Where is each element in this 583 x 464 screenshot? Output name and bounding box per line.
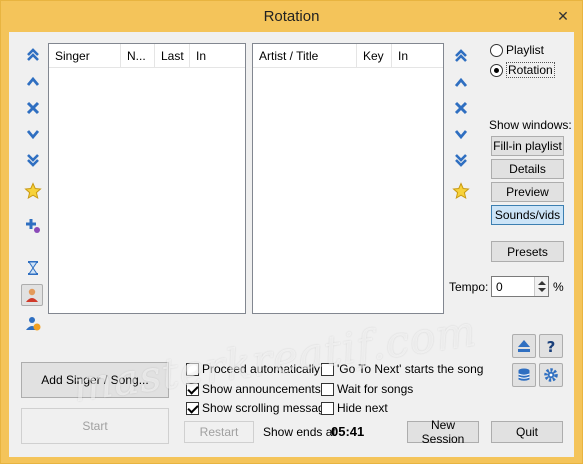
column-header-in[interactable]: In: [392, 44, 444, 68]
remove-icon[interactable]: [450, 97, 472, 119]
details-button[interactable]: Details: [491, 159, 564, 179]
move-up-icon[interactable]: [450, 72, 472, 94]
presets-button[interactable]: Presets: [491, 241, 564, 262]
tempo-unit: %: [553, 280, 564, 294]
column-header-artist-title[interactable]: Artist / Title: [253, 44, 357, 68]
spin-down-icon[interactable]: [538, 288, 546, 292]
fill-in-playlist-button[interactable]: Fill-in playlist: [491, 136, 564, 156]
favorite-star-icon[interactable]: [450, 180, 472, 202]
radio-rotation[interactable]: Rotation: [490, 62, 555, 78]
client-area: Singer N... Last In Artist / Title Key I…: [9, 32, 574, 457]
show-announcements-label: Show announcements: [202, 382, 321, 396]
show-scrolling-message-label: Show scrolling message: [202, 401, 332, 415]
move-to-top-icon[interactable]: [450, 45, 472, 67]
show-windows-label: Show windows:: [489, 118, 572, 132]
proceed-automatically-checkbox[interactable]: Proceed automatically: [186, 362, 320, 376]
go-to-next-box[interactable]: [321, 362, 334, 376]
rotation-window: Rotation ✕ Singer N... Last In Artist / …: [0, 0, 583, 464]
singers-list-header: Singer N... Last In: [49, 44, 245, 68]
songs-list[interactable]: Artist / Title Key In: [252, 43, 444, 314]
hide-next-box[interactable]: [321, 401, 334, 415]
add-song-icon[interactable]: [22, 214, 44, 236]
singers-list[interactable]: Singer N... Last In: [48, 43, 246, 314]
spin-up-icon[interactable]: [538, 281, 546, 285]
proceed-automatically-box[interactable]: [186, 362, 199, 376]
settings-gear-icon[interactable]: [539, 363, 563, 387]
database-icon[interactable]: [512, 363, 536, 387]
show-scrolling-message-checkbox[interactable]: Show scrolling message: [186, 401, 331, 415]
show-announcements-checkbox[interactable]: Show announcements: [186, 382, 321, 396]
move-down-icon[interactable]: [22, 123, 44, 145]
tempo-value[interactable]: 0: [496, 280, 503, 294]
wait-for-songs-label: Wait for songs: [337, 382, 414, 396]
help-icon[interactable]: ?: [539, 334, 563, 358]
singer-info-icon[interactable]: [22, 312, 44, 334]
new-session-button[interactable]: New Session: [407, 418, 479, 446]
sounds-vids-button[interactable]: Sounds/vids: [491, 205, 564, 225]
close-icon[interactable]: ✕: [554, 7, 572, 25]
tempo-spin-arrows[interactable]: [534, 277, 548, 296]
hide-next-checkbox[interactable]: Hide next: [321, 401, 388, 415]
hide-next-label: Hide next: [337, 401, 388, 415]
favorite-star-icon[interactable]: [22, 180, 44, 202]
radio-playlist[interactable]: Playlist: [490, 43, 544, 57]
proceed-automatically-label: Proceed automatically: [202, 362, 321, 376]
preview-button[interactable]: Preview: [491, 182, 564, 202]
start-button[interactable]: Start: [21, 408, 169, 444]
show-announcements-box[interactable]: [186, 382, 199, 396]
restart-button[interactable]: Restart: [184, 421, 254, 443]
title-bar[interactable]: Rotation ✕: [1, 1, 582, 32]
radio-rotation-indicator[interactable]: [490, 63, 503, 77]
songs-list-header: Artist / Title Key In: [253, 44, 443, 68]
quit-button[interactable]: Quit: [491, 421, 563, 443]
show-ends-time: 05:41: [331, 424, 365, 439]
remove-icon[interactable]: [22, 97, 44, 119]
column-header-number[interactable]: N...: [121, 44, 155, 68]
move-to-top-icon[interactable]: [22, 44, 44, 66]
move-to-bottom-icon[interactable]: [22, 149, 44, 171]
radio-playlist-label: Playlist: [506, 43, 545, 57]
move-down-icon[interactable]: [450, 123, 472, 145]
move-up-icon[interactable]: [22, 71, 44, 93]
go-to-next-label: 'Go To Next' starts the song: [337, 362, 484, 376]
eject-icon[interactable]: [512, 334, 536, 358]
show-scrolling-message-box[interactable]: [186, 401, 199, 415]
show-ends-label: Show ends at: [263, 425, 336, 439]
add-singer-song-button[interactable]: Add Singer / Song...: [21, 362, 169, 398]
go-to-next-checkbox[interactable]: 'Go To Next' starts the song: [321, 362, 483, 376]
radio-playlist-indicator[interactable]: [490, 43, 503, 57]
wait-for-songs-box[interactable]: [321, 382, 334, 396]
radio-rotation-label: Rotation: [506, 62, 555, 78]
wait-for-songs-checkbox[interactable]: Wait for songs: [321, 382, 413, 396]
window-title: Rotation: [263, 8, 320, 25]
column-header-singer[interactable]: Singer: [49, 44, 121, 68]
tempo-spinner[interactable]: 0: [491, 276, 549, 297]
column-header-in[interactable]: In: [190, 44, 246, 68]
column-header-key[interactable]: Key: [357, 44, 392, 68]
tempo-label: Tempo:: [449, 280, 489, 294]
singer-profile-icon[interactable]: [21, 284, 43, 306]
column-header-last[interactable]: Last: [155, 44, 190, 68]
hourglass-icon[interactable]: [22, 257, 44, 279]
svg-text:?: ?: [547, 338, 556, 354]
move-to-bottom-icon[interactable]: [450, 149, 472, 171]
